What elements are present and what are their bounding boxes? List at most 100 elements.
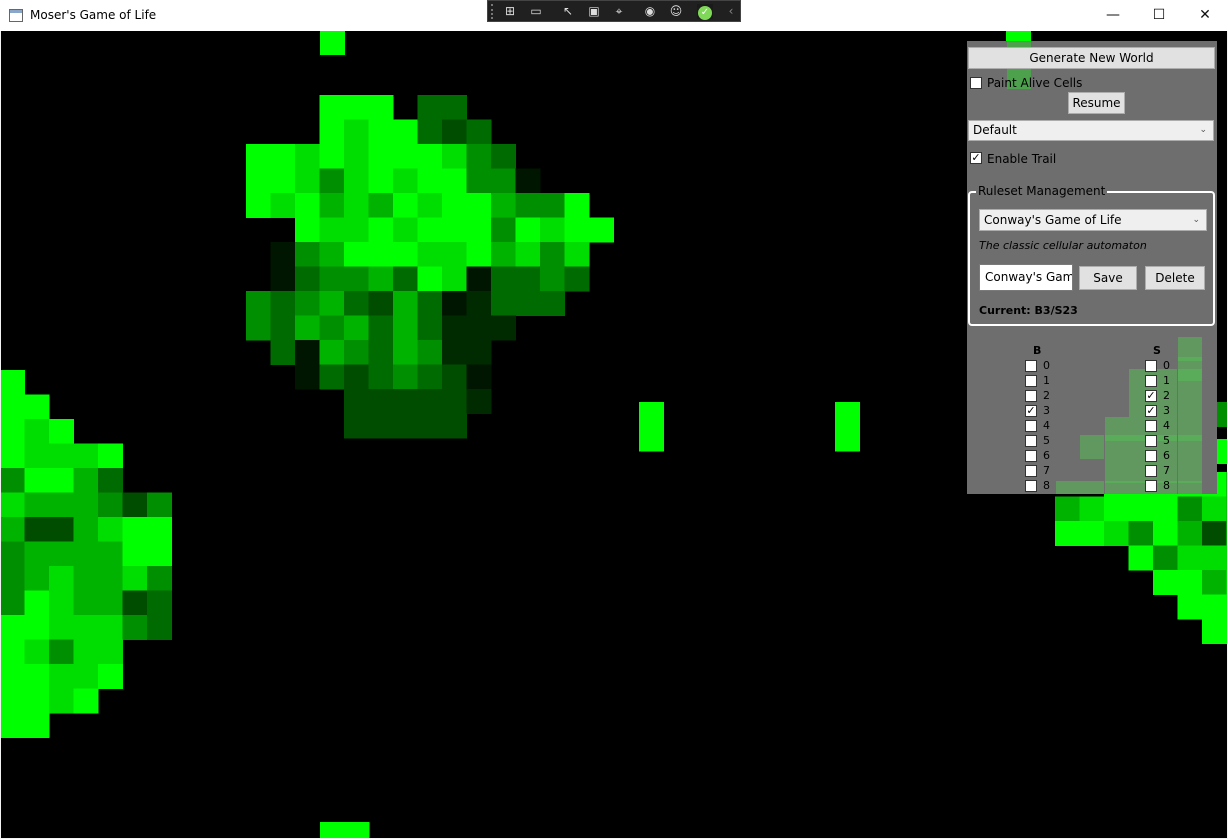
cell[interactable] (319, 217, 345, 243)
cell[interactable] (1226, 472, 1228, 498)
cell[interactable] (24, 541, 50, 567)
survive-rule-checkbox[interactable] (1145, 450, 1157, 462)
survive-rule-checkbox[interactable] (1145, 375, 1157, 387)
cell[interactable] (564, 266, 590, 292)
cell[interactable] (98, 566, 124, 592)
cell[interactable] (319, 242, 345, 268)
cell[interactable] (466, 242, 492, 268)
cell[interactable] (344, 822, 370, 838)
cell[interactable] (1, 688, 26, 714)
cell[interactable] (417, 291, 443, 317)
cell[interactable] (319, 168, 345, 194)
cell[interactable] (319, 315, 345, 341)
cell[interactable] (295, 144, 321, 170)
theme-dropdown[interactable]: Default ⌄ (968, 120, 1214, 141)
cell[interactable] (442, 217, 468, 243)
cell[interactable] (73, 541, 99, 567)
cell[interactable] (295, 364, 321, 390)
cell[interactable] (368, 364, 394, 390)
cell[interactable] (49, 541, 75, 567)
cell[interactable] (417, 413, 443, 439)
cell[interactable] (564, 242, 590, 268)
cell[interactable] (540, 242, 566, 268)
cell[interactable] (564, 217, 590, 243)
cell[interactable] (442, 242, 468, 268)
cell[interactable] (393, 242, 419, 268)
cell[interactable] (1, 664, 26, 690)
cell[interactable] (368, 119, 394, 145)
cell[interactable] (270, 315, 296, 341)
cell[interactable] (270, 291, 296, 317)
cell[interactable] (368, 217, 394, 243)
cell[interactable] (295, 242, 321, 268)
cell[interactable] (466, 168, 492, 194)
cell[interactable] (319, 291, 345, 317)
cell[interactable] (319, 193, 345, 219)
cell[interactable] (49, 443, 75, 469)
cell[interactable] (24, 468, 50, 494)
paint-cells-checkbox[interactable] (970, 77, 982, 89)
cell[interactable] (295, 291, 321, 317)
cell[interactable] (491, 266, 517, 292)
cell[interactable] (344, 340, 370, 366)
cell[interactable] (1, 615, 26, 641)
survive-rule-checkbox[interactable]: ✓ (1145, 390, 1157, 402)
cell[interactable] (1226, 545, 1228, 571)
cell[interactable] (442, 119, 468, 145)
birth-rule-checkbox[interactable] (1025, 420, 1037, 432)
birth-rule-checkbox[interactable] (1025, 435, 1037, 447)
cell[interactable] (98, 443, 124, 469)
cell[interactable] (270, 242, 296, 268)
cell[interactable] (295, 217, 321, 243)
survive-rule-checkbox[interactable] (1145, 480, 1157, 492)
cell[interactable] (417, 364, 443, 390)
cell[interactable] (344, 217, 370, 243)
cell[interactable] (417, 95, 443, 121)
cell[interactable] (466, 315, 492, 341)
cell[interactable] (98, 517, 124, 543)
cell[interactable] (295, 193, 321, 219)
cell[interactable] (393, 364, 419, 390)
cell[interactable] (368, 95, 394, 121)
cell[interactable] (344, 95, 370, 121)
cell[interactable] (442, 266, 468, 292)
cell[interactable] (515, 242, 541, 268)
cell[interactable] (368, 242, 394, 268)
cell[interactable] (49, 590, 75, 616)
cell[interactable] (295, 340, 321, 366)
cell[interactable] (442, 168, 468, 194)
cell[interactable] (1104, 521, 1130, 547)
cell[interactable] (417, 242, 443, 268)
cell[interactable] (417, 315, 443, 341)
cell[interactable] (393, 315, 419, 341)
cell[interactable] (24, 419, 50, 445)
cell[interactable] (147, 590, 173, 616)
cell[interactable] (1202, 496, 1227, 522)
cell[interactable] (49, 419, 75, 445)
cell[interactable] (122, 590, 148, 616)
cell[interactable] (320, 822, 346, 838)
cell[interactable] (1177, 496, 1203, 522)
cell[interactable] (49, 566, 75, 592)
cell[interactable] (24, 590, 50, 616)
cell[interactable] (393, 144, 419, 170)
cell[interactable] (393, 168, 419, 194)
cell[interactable] (393, 266, 419, 292)
cell[interactable] (49, 664, 75, 690)
cell[interactable] (1, 713, 26, 739)
cell[interactable] (344, 168, 370, 194)
cell[interactable] (24, 713, 50, 739)
cell[interactable] (98, 615, 124, 641)
cell[interactable] (442, 291, 468, 317)
cell[interactable] (344, 144, 370, 170)
cell[interactable] (442, 144, 468, 170)
cell[interactable] (1128, 521, 1154, 547)
cell[interactable] (73, 566, 99, 592)
cell[interactable] (1226, 619, 1228, 645)
cell[interactable] (1, 468, 26, 494)
cell[interactable] (491, 291, 517, 317)
cell[interactable] (393, 291, 419, 317)
cell[interactable] (122, 517, 148, 543)
cell[interactable] (270, 168, 296, 194)
cell[interactable] (295, 168, 321, 194)
